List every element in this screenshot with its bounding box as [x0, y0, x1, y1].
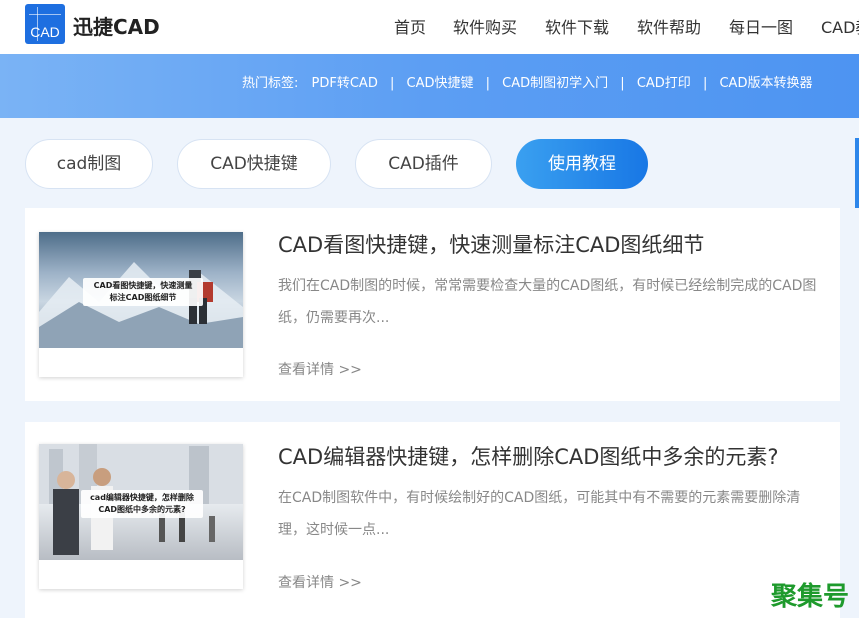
read-more-link[interactable]: 查看详情 >>	[278, 572, 362, 592]
article-thumbnail[interactable]: CAD看图快捷键，快速测量 标注CAD图纸细节	[39, 232, 243, 377]
top-header: CAD 迅捷CAD 首页 软件购买 软件下载 软件帮助 每日一图 CAD教	[0, 0, 859, 54]
hot-tag-version-converter[interactable]: CAD版本转换器	[719, 72, 812, 91]
hot-tag-print[interactable]: CAD打印	[637, 72, 691, 91]
hot-tag-separator: |	[485, 76, 491, 91]
thumbnail-caption-line: CAD看图快捷键，快速测量	[93, 281, 193, 290]
article-card[interactable]: CAD看图快捷键，快速测量 标注CAD图纸细节 CAD看图快捷键，快速测量标注C…	[25, 208, 840, 401]
nav-item-buy[interactable]: 软件购买	[453, 14, 517, 38]
article-excerpt: 在CAD制图软件中，有时候绘制好的CAD图纸，可能其中有不需要的元素需要删除清理…	[278, 490, 801, 538]
hot-tag-separator: |	[702, 76, 708, 91]
nav-item-tutorial[interactable]: CAD教	[821, 14, 859, 38]
right-edge-accent	[855, 138, 859, 208]
article-title[interactable]: CAD编辑器快捷键，怎样删除CAD图纸中多余的元素?	[278, 441, 779, 471]
category-pill-shortcuts[interactable]: CAD快捷键	[177, 139, 331, 189]
nav-item-home[interactable]: 首页	[394, 14, 426, 38]
watermark-logo: 聚集号	[771, 582, 850, 612]
nav-item-daily-image[interactable]: 每日一图	[729, 14, 793, 38]
nav-item-help[interactable]: 软件帮助	[637, 14, 701, 38]
hot-tag-separator: |	[389, 76, 395, 91]
category-pill-plugins[interactable]: CAD插件	[355, 139, 492, 189]
category-pill-cad-drawing[interactable]: cad制图	[25, 139, 153, 189]
article-excerpt: 我们在CAD制图的时候，常常需要检查大量的CAD图纸，有时候已经绘制完成的CAD…	[278, 278, 817, 326]
article-thumbnail[interactable]: cad编辑器快捷键，怎样删除 CAD图纸中多余的元素?	[39, 444, 243, 589]
article-card[interactable]: cad编辑器快捷键，怎样删除 CAD图纸中多余的元素? CAD编辑器快捷键，怎样…	[25, 422, 840, 618]
hot-tags-line: 热门标签: PDF转CAD | CAD快捷键 | CAD制图初学入门 | CAD…	[242, 72, 812, 91]
thumbnail-caption: cad编辑器快捷键，怎样删除 CAD图纸中多余的元素?	[81, 490, 203, 518]
thumbnail-caption-line: CAD图纸中多余的元素?	[98, 505, 186, 514]
main-nav: 首页 软件购买 软件下载 软件帮助 每日一图 CAD教	[0, 14, 859, 38]
thumbnail-caption-line: cad编辑器快捷键，怎样删除	[90, 493, 194, 502]
hot-tag-shortcuts[interactable]: CAD快捷键	[407, 72, 474, 91]
hot-tag-beginner[interactable]: CAD制图初学入门	[502, 72, 608, 91]
article-title[interactable]: CAD看图快捷键，快速测量标注CAD图纸细节	[278, 229, 704, 259]
hot-tags-label: 热门标签:	[242, 76, 299, 91]
hot-tag-pdf2cad[interactable]: PDF转CAD	[312, 72, 378, 91]
hot-tag-separator: |	[620, 76, 625, 91]
nav-item-download[interactable]: 软件下载	[545, 14, 609, 38]
category-pill-tutorial[interactable]: 使用教程	[516, 139, 648, 189]
thumbnail-caption-line: 标注CAD图纸细节	[109, 293, 177, 302]
thumbnail-caption: CAD看图快捷键，快速测量 标注CAD图纸细节	[83, 278, 203, 306]
read-more-link[interactable]: 查看详情 >>	[278, 359, 362, 379]
